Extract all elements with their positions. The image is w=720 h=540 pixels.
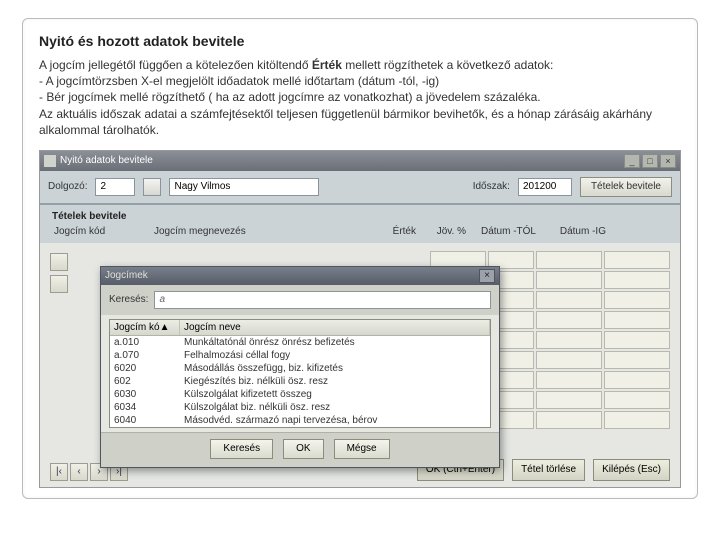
col-datum-tol: Dátum -TÓL <box>470 224 540 239</box>
row-nav-button[interactable] <box>50 253 68 271</box>
grid-cell[interactable] <box>536 291 602 309</box>
grid-cell[interactable] <box>604 291 670 309</box>
dialog-ok-button[interactable]: OK <box>283 439 323 459</box>
list-item-meg: Külszolgálat biz. nélküli ösz. resz <box>180 401 490 414</box>
list-item-meg: Másodállás összefügg, biz. kifizetés <box>180 362 490 375</box>
dolgozo-name-field[interactable]: Nagy Vilmos <box>169 178 319 196</box>
exit-button[interactable]: Kilépés (Esc) <box>593 459 670 481</box>
grid-cell[interactable] <box>604 411 670 429</box>
col-datum-ig: Dátum -IG <box>540 224 610 239</box>
close-button[interactable]: × <box>660 154 676 168</box>
jogcim-list: Jogcím kó▲ Jogcím neve a.010Munkáltatóná… <box>109 319 491 428</box>
app-icon <box>44 155 56 167</box>
app-window: Nyitó adatok bevitele _ □ × Dolgozó: 2 N… <box>39 150 681 488</box>
grid-cell[interactable] <box>536 391 602 409</box>
list-item-kod: 6040 <box>110 414 180 427</box>
list-item[interactable]: 6020Másodállás összefügg, biz. kifizetés <box>110 362 490 375</box>
list-item[interactable]: 6030Külszolgálat kifizetett összeg <box>110 388 490 401</box>
grid-cell[interactable] <box>604 371 670 389</box>
row-nav-column <box>50 251 68 295</box>
list-col-kod[interactable]: Jogcím kó▲ <box>110 320 180 335</box>
list-item-kod: 6020 <box>110 362 180 375</box>
idoszak-field[interactable]: 201200 <box>518 178 572 196</box>
delete-item-button[interactable]: Tétel törlése <box>512 459 585 481</box>
grid-cell[interactable] <box>604 331 670 349</box>
window-title: Nyitó adatok bevitele <box>60 155 153 166</box>
list-item-kod: 6034 <box>110 401 180 414</box>
minimize-button[interactable]: _ <box>624 154 640 168</box>
list-item-kod: a.070 <box>110 349 180 362</box>
list-item[interactable]: 602 Kiegészítés biz. nélküli ösz. resz <box>110 375 490 388</box>
col-jov-szazalek: Jöv. % <box>420 224 470 239</box>
doc-body: A jogcím jellegétől függően a kötelezően… <box>39 57 681 138</box>
list-body: a.010Munkáltatónál önrész önrész befizet… <box>110 336 490 427</box>
col-jogcim-megnevezes: Jogcím megnevezés <box>150 224 360 239</box>
list-col-neve[interactable]: Jogcím neve <box>180 320 490 335</box>
col-ertek: Érték <box>360 224 420 239</box>
search-row: Keresés: a <box>101 285 499 315</box>
section-subheader: Tételek bevitele <box>40 205 680 224</box>
grid-cell[interactable] <box>536 411 602 429</box>
grid-cell[interactable] <box>536 311 602 329</box>
grid-cell[interactable] <box>536 331 602 349</box>
grid-cell[interactable] <box>604 351 670 369</box>
list-item-meg: Felhalmozási céllal fogy <box>180 349 490 362</box>
grid-cell[interactable] <box>536 351 602 369</box>
grid-cell[interactable] <box>536 271 602 289</box>
pager-prev[interactable]: ‹ <box>70 463 88 481</box>
dolgozo-lookup-button[interactable] <box>143 178 161 196</box>
list-item[interactable]: a.010Munkáltatónál önrész önrész befizet… <box>110 336 490 349</box>
dialog-title: Jogcímek <box>105 270 148 281</box>
grid-cell[interactable] <box>604 271 670 289</box>
list-item-meg: Munkáltatónál önrész önrész befizetés <box>180 336 490 349</box>
jogcimek-dialog: Jogcímek × Keresés: a Jogcím kó▲ Jogcím … <box>100 266 500 468</box>
list-item-kod: a.010 <box>110 336 180 349</box>
list-item-kod: 602 <box>110 375 180 388</box>
maximize-button[interactable]: □ <box>642 154 658 168</box>
column-headers: Jogcím kód Jogcím megnevezés Érték Jöv. … <box>40 224 680 243</box>
grid-cell[interactable] <box>604 391 670 409</box>
dialog-megse-button[interactable]: Mégse <box>334 439 390 459</box>
doc-title: Nyitó és hozott adatok bevitele <box>39 33 681 49</box>
dialog-kereses-button[interactable]: Keresés <box>210 439 273 459</box>
dialog-titlebar: Jogcímek × <box>101 267 499 285</box>
list-item[interactable]: a.070Felhalmozási céllal fogy <box>110 349 490 362</box>
dolgozo-label: Dolgozó: <box>48 181 87 192</box>
idoszak-label: Időszak: <box>473 181 510 192</box>
list-item-kod: 6030 <box>110 388 180 401</box>
search-label: Keresés: <box>109 294 148 305</box>
grid-cell[interactable] <box>536 371 602 389</box>
col-jogcim-kod: Jogcím kód <box>50 224 150 239</box>
grid-cell[interactable] <box>604 251 670 269</box>
list-item[interactable]: 6040Másodvéd. származó napi tervezésa, b… <box>110 414 490 427</box>
list-header: Jogcím kó▲ Jogcím neve <box>110 320 490 336</box>
tetelek-bevitele-button[interactable]: Tételek bevitele <box>580 177 672 197</box>
list-item-meg: Másodvéd. származó napi tervezésa, bérov <box>180 414 490 427</box>
dolgozo-id-field[interactable]: 2 <box>95 178 135 196</box>
pager-first[interactable]: |‹ <box>50 463 68 481</box>
top-toolbar: Dolgozó: 2 Nagy Vilmos Időszak: 201200 T… <box>40 171 680 205</box>
grid-cell[interactable] <box>536 251 602 269</box>
dialog-buttons: Keresés OK Mégse <box>101 432 499 467</box>
doc-panel: Nyitó és hozott adatok bevitele A jogcím… <box>22 18 698 499</box>
list-item-meg: Külszolgálat kifizetett összeg <box>180 388 490 401</box>
titlebar: Nyitó adatok bevitele _ □ × <box>40 151 680 171</box>
dialog-close-button[interactable]: × <box>479 269 495 283</box>
row-nav-button[interactable] <box>50 275 68 293</box>
grid-cell[interactable] <box>604 311 670 329</box>
search-input[interactable]: a <box>154 291 491 309</box>
list-item[interactable]: 6034Külszolgálat biz. nélküli ösz. resz <box>110 401 490 414</box>
list-item-meg: Kiegészítés biz. nélküli ösz. resz <box>180 375 490 388</box>
